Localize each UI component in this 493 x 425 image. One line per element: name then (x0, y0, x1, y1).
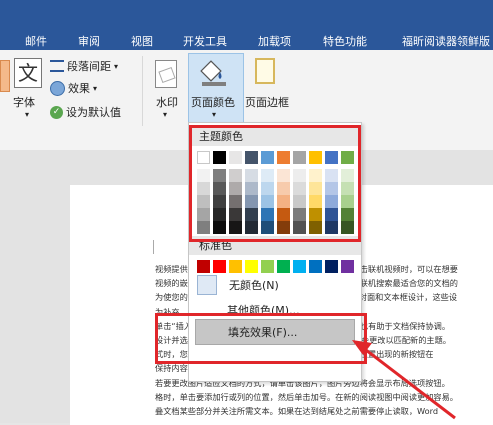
red-arrow-icon (352, 340, 456, 420)
